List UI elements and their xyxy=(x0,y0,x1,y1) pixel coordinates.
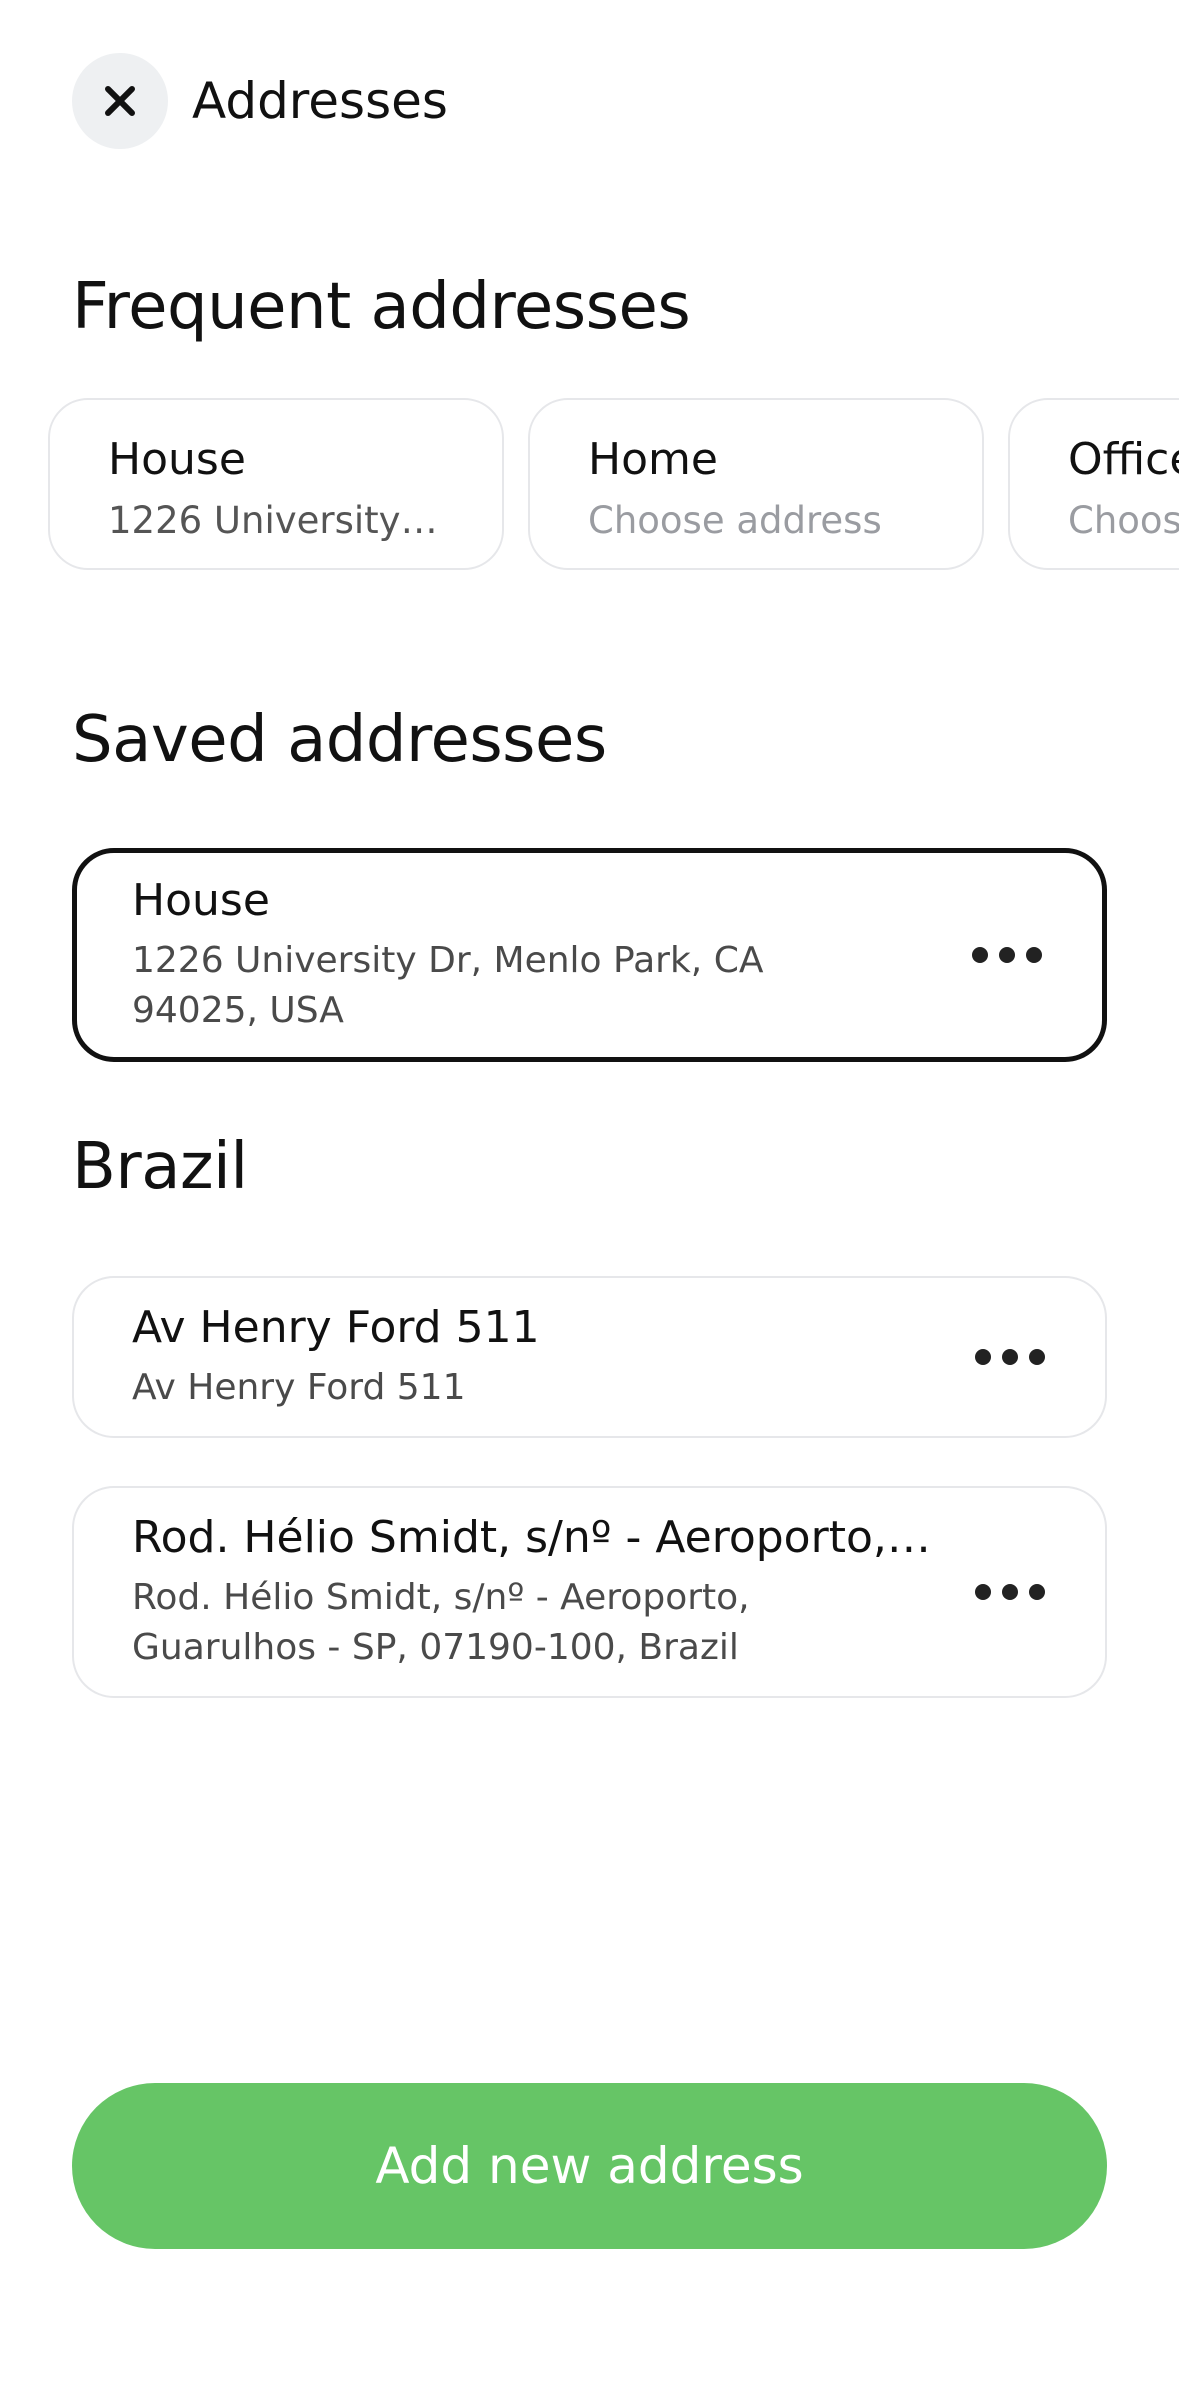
more-dots-icon xyxy=(1002,1584,1018,1600)
frequent-card-placeholder: Choose address xyxy=(1068,499,1179,542)
saved-addresses-heading: Saved addresses xyxy=(72,703,607,777)
address-detail: 1226 University Dr, Menlo Park, CA 94025… xyxy=(132,936,972,1036)
address-line: Guarulhos - SP, 07190-100, Brazil xyxy=(132,1626,739,1668)
more-dots-icon xyxy=(975,1349,991,1365)
frequent-addresses-carousel[interactable]: House 1226 University… Home Choose addre… xyxy=(48,398,1179,574)
more-dots-icon xyxy=(1029,1584,1045,1600)
frequent-card-label: Home xyxy=(588,434,718,485)
address-line: 94025, USA xyxy=(132,989,344,1031)
more-options-button[interactable] xyxy=(975,1332,1045,1382)
more-options-button[interactable] xyxy=(972,930,1042,980)
address-title: Rod. Hélio Smidt, s/nº - Aeroporto,… xyxy=(132,1511,931,1563)
brazil-heading: Brazil xyxy=(72,1130,248,1204)
close-icon xyxy=(105,86,135,116)
close-button[interactable] xyxy=(72,53,168,149)
address-detail: Rod. Hélio Smidt, s/nº - Aeroporto, Guar… xyxy=(132,1573,975,1673)
add-new-address-label: Add new address xyxy=(375,2137,804,2195)
address-title: House xyxy=(132,874,270,926)
more-dots-icon xyxy=(1026,947,1042,963)
frequent-card-house[interactable]: House 1226 University… xyxy=(48,398,504,570)
more-dots-icon xyxy=(1029,1349,1045,1365)
frequent-card-home[interactable]: Home Choose address xyxy=(528,398,984,570)
more-dots-icon xyxy=(975,1584,991,1600)
header: Addresses xyxy=(72,53,448,149)
add-new-address-button[interactable]: Add new address xyxy=(72,2083,1107,2249)
address-line: 1226 University Dr, Menlo Park, CA xyxy=(132,939,764,981)
page-title: Addresses xyxy=(192,72,448,130)
frequent-card-office[interactable]: Office Choose address xyxy=(1008,398,1179,570)
address-line: Av Henry Ford 511 xyxy=(132,1366,466,1408)
frequent-card-placeholder: Choose address xyxy=(588,499,882,542)
saved-address-card-house[interactable]: House 1226 University Dr, Menlo Park, CA… xyxy=(72,848,1107,1062)
frequent-card-label: House xyxy=(108,434,246,485)
address-detail: Av Henry Ford 511 xyxy=(132,1363,975,1413)
frequent-addresses-heading: Frequent addresses xyxy=(72,270,691,344)
more-dots-icon xyxy=(972,947,988,963)
frequent-card-label: Office xyxy=(1068,434,1179,485)
more-options-button[interactable] xyxy=(975,1567,1045,1617)
brazil-address-card-helio-smidt[interactable]: Rod. Hélio Smidt, s/nº - Aeroporto,… Rod… xyxy=(72,1486,1107,1698)
address-title: Av Henry Ford 511 xyxy=(132,1301,540,1353)
more-dots-icon xyxy=(999,947,1015,963)
brazil-address-card-henry-ford[interactable]: Av Henry Ford 511 Av Henry Ford 511 xyxy=(72,1276,1107,1438)
more-dots-icon xyxy=(1002,1349,1018,1365)
frequent-card-address: 1226 University… xyxy=(108,499,438,542)
address-line: Rod. Hélio Smidt, s/nº - Aeroporto, xyxy=(132,1576,750,1618)
